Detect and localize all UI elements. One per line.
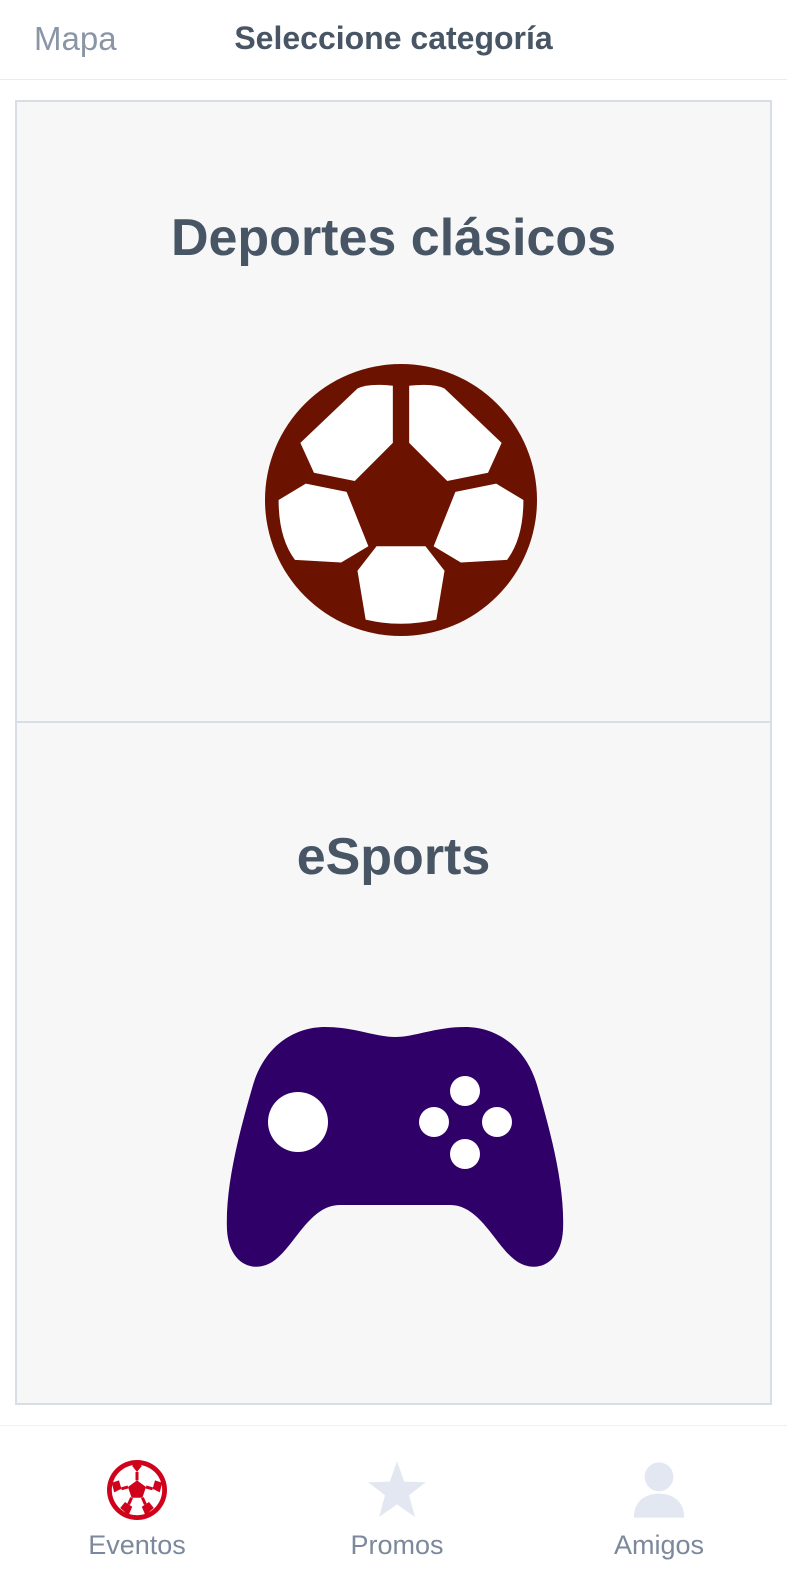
soccer-ball-icon	[107, 1460, 167, 1520]
page-title: Seleccione categoría	[234, 20, 553, 56]
category-card-esports[interactable]: eSports	[17, 723, 770, 1403]
app-screen: Mapa Seleccione categoría Deportes clási…	[0, 0, 787, 1575]
soccer-ball-icon	[265, 364, 537, 636]
tab-eventos[interactable]: Eventos	[6, 1426, 268, 1575]
person-icon	[633, 1462, 685, 1518]
tab-label: Eventos	[88, 1530, 186, 1560]
tab-promos[interactable]: Promos	[266, 1426, 528, 1575]
star-icon	[368, 1461, 426, 1517]
tab-label: Promos	[350, 1530, 444, 1560]
tab-label: Amigos	[613, 1530, 705, 1560]
gamepad-icon	[226, 1027, 564, 1267]
category-title: Deportes clásicos	[170, 209, 617, 267]
category-title: eSports	[296, 828, 491, 886]
category-list: Deportes clásicos eSports	[15, 100, 772, 1405]
category-card-classic-sports[interactable]: Deportes clásicos	[17, 102, 770, 723]
top-bar: Mapa Seleccione categoría	[0, 0, 787, 80]
tab-amigos[interactable]: Amigos	[528, 1426, 787, 1575]
bottom-tab-bar: Eventos Promos Amigos	[0, 1425, 787, 1575]
